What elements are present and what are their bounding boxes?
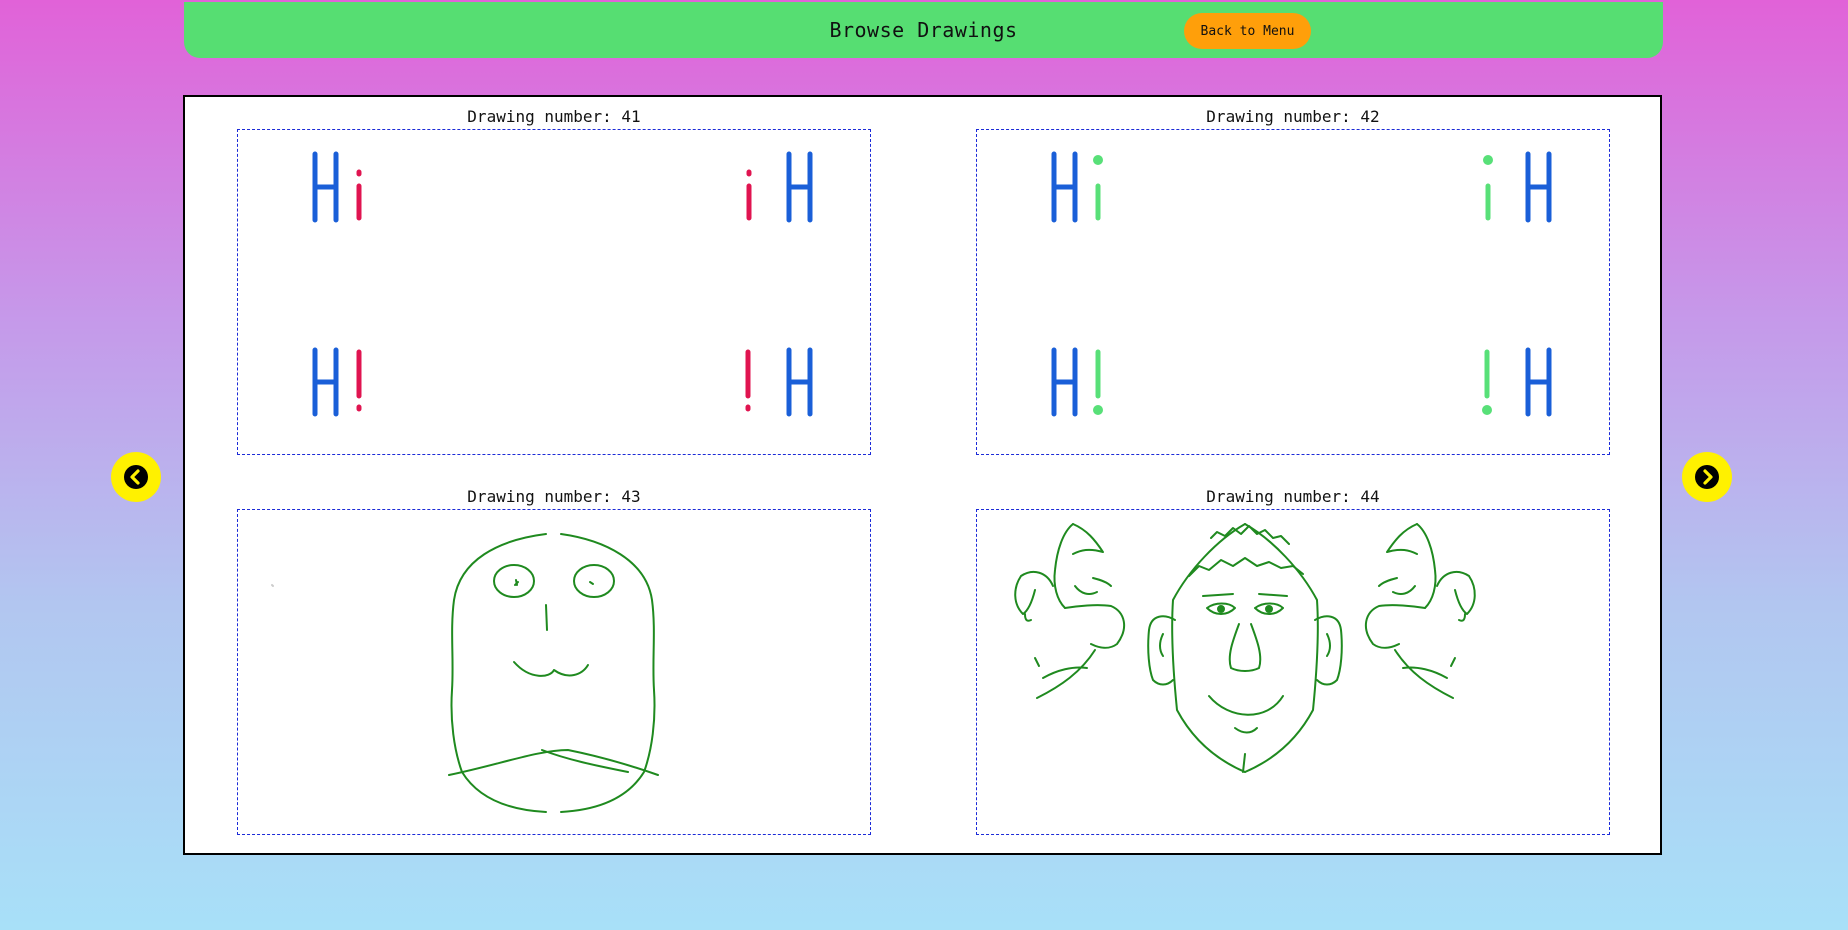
drawing-44-image [1014,523,1476,773]
drawing-canvas[interactable] [237,509,871,835]
back-to-menu-button[interactable]: Back to Menu [1184,13,1311,49]
previous-page-button[interactable] [111,452,161,502]
drawing-canvas[interactable] [976,129,1610,455]
drawing-43-image [271,533,659,813]
drawing-42-image [1051,151,1552,417]
drawings-gallery-panel: Drawing number: 41 Drawing number: 42 Dr… [183,95,1662,855]
drawing-number-label: Drawing number: 43 [467,487,641,506]
next-page-button[interactable] [1682,452,1732,502]
drawing-canvas[interactable] [237,129,871,455]
drawing-41-image [312,151,813,417]
chevron-right-icon [1695,465,1719,489]
page-title: Browse Drawings [829,18,1018,42]
top-header-bar: Browse Drawings Back to Menu [184,2,1663,58]
chevron-left-icon [124,465,148,489]
drawing-number-label: Drawing number: 41 [467,107,641,126]
drawing-number-label: Drawing number: 42 [1206,107,1380,126]
drawing-number-label: Drawing number: 44 [1206,487,1380,506]
drawing-canvas[interactable] [976,509,1610,835]
